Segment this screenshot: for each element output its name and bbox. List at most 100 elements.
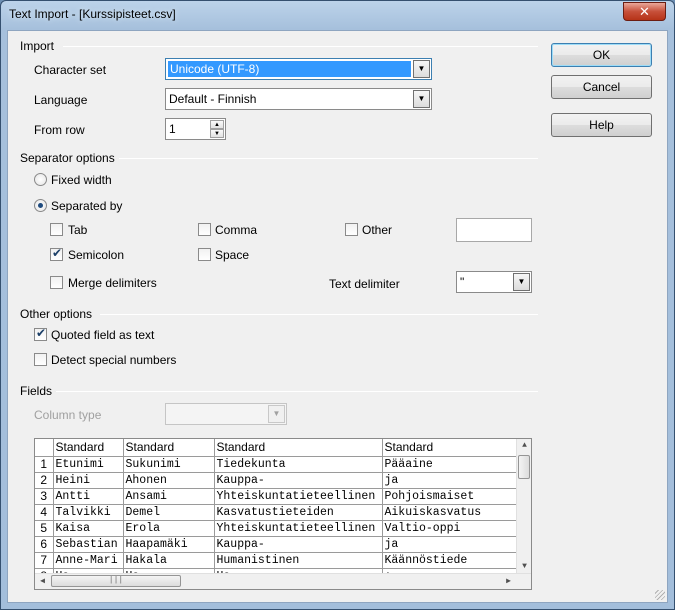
scroll-right-icon[interactable]: ▶ bbox=[501, 574, 516, 589]
comma-label[interactable]: Comma bbox=[215, 223, 257, 237]
vertical-scrollbar[interactable]: ▲ ▼ bbox=[516, 439, 531, 574]
quoted-field-checkbox[interactable] bbox=[34, 326, 47, 341]
separated-by-label[interactable]: Separated by bbox=[51, 199, 122, 213]
separator-divider bbox=[118, 158, 538, 159]
window-title: Text Import - [Kurssipisteet.csv] bbox=[9, 7, 176, 21]
tab-label[interactable]: Tab bbox=[68, 223, 87, 237]
other-separator-input[interactable] bbox=[456, 218, 532, 242]
resize-grip-icon[interactable] bbox=[655, 590, 665, 600]
merge-delimiters-label[interactable]: Merge delimiters bbox=[68, 276, 157, 290]
table-cell: Kasvatustieteiden bbox=[214, 504, 383, 521]
column-header[interactable]: Standard bbox=[382, 439, 517, 457]
table-cell: Kauppa- bbox=[214, 536, 383, 553]
other-checkbox[interactable] bbox=[345, 223, 358, 236]
spin-up-icon[interactable]: ▲ bbox=[210, 120, 224, 129]
column-header[interactable]: Standard bbox=[214, 439, 383, 457]
table-cell: Erola bbox=[123, 520, 215, 537]
vertical-scroll-thumb[interactable] bbox=[518, 455, 530, 479]
table-cell: Pääaine bbox=[382, 456, 517, 473]
space-label[interactable]: Space bbox=[215, 248, 249, 262]
table-cell: Etunimi bbox=[53, 456, 124, 473]
charset-label: Character set bbox=[34, 63, 107, 77]
chevron-down-icon[interactable]: ▼ bbox=[513, 273, 530, 291]
text-delimiter-label: Text delimiter bbox=[329, 277, 400, 291]
corner-cell bbox=[35, 439, 54, 457]
quoted-field-label[interactable]: Quoted field as text bbox=[51, 328, 154, 342]
cancel-button[interactable]: Cancel bbox=[551, 75, 652, 99]
column-type-select[interactable]: ▼ bbox=[165, 403, 287, 425]
language-select[interactable]: Default - Finnish ▼ bbox=[165, 88, 432, 110]
table-row: 5 Kaisa Erola Yhteiskuntatieteellinen Valtio… bbox=[35, 520, 517, 537]
semicolon-checkbox[interactable] bbox=[50, 246, 63, 261]
horizontal-scroll-thumb[interactable]: ||| bbox=[51, 575, 181, 587]
space-checkbox[interactable] bbox=[198, 248, 211, 261]
text-delimiter-select[interactable]: " ▼ bbox=[456, 271, 532, 293]
table-cell: Pohjoismaiset bbox=[382, 488, 517, 505]
table-cell: ja bbox=[382, 472, 517, 489]
table-cell: Anne-Mari bbox=[53, 552, 124, 569]
chevron-down-icon[interactable]: ▼ bbox=[413, 90, 430, 108]
comma-checkbox[interactable] bbox=[198, 223, 211, 236]
spin-down-icon[interactable]: ▼ bbox=[210, 129, 224, 138]
column-header[interactable]: Standard bbox=[123, 439, 215, 457]
table-cell: Haapamäki bbox=[123, 536, 215, 553]
table-cell: Demel bbox=[123, 504, 215, 521]
table-cell: Kaisa bbox=[53, 520, 124, 537]
detect-numbers-label[interactable]: Detect special numbers bbox=[51, 353, 176, 367]
fields-divider bbox=[52, 391, 538, 392]
table-cell: ja bbox=[382, 536, 517, 553]
charset-value: Unicode (UTF-8) bbox=[168, 61, 411, 77]
table-cell: Aikuiskasvatus bbox=[382, 504, 517, 521]
fixed-width-label[interactable]: Fixed width bbox=[51, 173, 112, 187]
ok-button[interactable]: OK bbox=[551, 43, 652, 67]
text-delimiter-value: " bbox=[460, 275, 465, 289]
column-type-label: Column type bbox=[34, 408, 102, 422]
table-cell: Heini bbox=[53, 472, 124, 489]
separated-by-radio[interactable] bbox=[34, 199, 47, 212]
table-row: 2 Heini Ahonen Kauppa-ja bbox=[35, 472, 517, 489]
table-cell: Tiedekunta bbox=[214, 456, 383, 473]
import-section-label: Import bbox=[20, 39, 59, 53]
title-bar[interactable]: Text Import - [Kurssipisteet.csv] ✕ bbox=[1, 1, 674, 29]
column-header[interactable]: Standard bbox=[53, 439, 124, 457]
fixed-width-radio[interactable] bbox=[34, 173, 47, 186]
table-cell: Sebastian bbox=[53, 536, 124, 553]
merge-delimiters-checkbox[interactable] bbox=[50, 276, 63, 289]
table-row: 1 Etunimi Sukunimi Tiedekunta Pääaine bbox=[35, 456, 517, 473]
preview-table: Standard Standard Standard Standard 1 Etu… bbox=[35, 439, 517, 585]
table-cell: Ansami bbox=[123, 488, 215, 505]
separator-section-label: Separator options bbox=[20, 151, 119, 165]
table-row: 6 Sebastian Haapamäki Kauppa-ja bbox=[35, 536, 517, 553]
table-cell: Talvikki bbox=[53, 504, 124, 521]
language-value: Default - Finnish bbox=[169, 92, 257, 106]
language-label: Language bbox=[34, 93, 88, 107]
charset-select[interactable]: Unicode (UTF-8) ▼ bbox=[165, 58, 432, 80]
scroll-down-icon[interactable]: ▼ bbox=[517, 560, 531, 574]
fromrow-spinner[interactable]: 1 ▲ ▼ bbox=[165, 118, 226, 140]
chevron-down-icon[interactable]: ▼ bbox=[413, 60, 430, 78]
scroll-up-icon[interactable]: ▲ bbox=[517, 439, 531, 453]
table-cell: Yhteiskuntatieteellinen bbox=[214, 488, 383, 505]
scroll-left-icon[interactable]: ◀ bbox=[35, 574, 50, 589]
row-number: 5 bbox=[35, 520, 54, 537]
row-number: 7 bbox=[35, 552, 54, 569]
preview-grid[interactable]: Standard Standard Standard Standard 1 Etu… bbox=[34, 438, 532, 590]
close-button[interactable]: ✕ bbox=[623, 2, 666, 21]
dialog-body: Import Character set Unicode (UTF-8) ▼ L… bbox=[7, 30, 668, 603]
text-import-dialog: Text Import - [Kurssipisteet.csv] ✕ Impo… bbox=[0, 0, 675, 610]
fromrow-label: From row bbox=[34, 123, 85, 137]
other-label[interactable]: Other bbox=[362, 223, 392, 237]
row-number: 3 bbox=[35, 488, 54, 505]
semicolon-label[interactable]: Semicolon bbox=[68, 248, 124, 262]
table-cell: Antti bbox=[53, 488, 124, 505]
fields-section-label: Fields bbox=[20, 384, 57, 398]
header-row: Standard Standard Standard Standard bbox=[35, 439, 517, 457]
detect-numbers-checkbox[interactable] bbox=[34, 353, 47, 366]
help-button[interactable]: Help bbox=[551, 113, 652, 137]
table-cell: Hakala bbox=[123, 552, 215, 569]
horizontal-scrollbar[interactable]: ◀ ||| ▶ bbox=[35, 573, 531, 589]
import-divider bbox=[63, 46, 538, 47]
tab-checkbox[interactable] bbox=[50, 223, 63, 236]
row-number: 1 bbox=[35, 456, 54, 473]
other-options-divider bbox=[100, 314, 538, 315]
